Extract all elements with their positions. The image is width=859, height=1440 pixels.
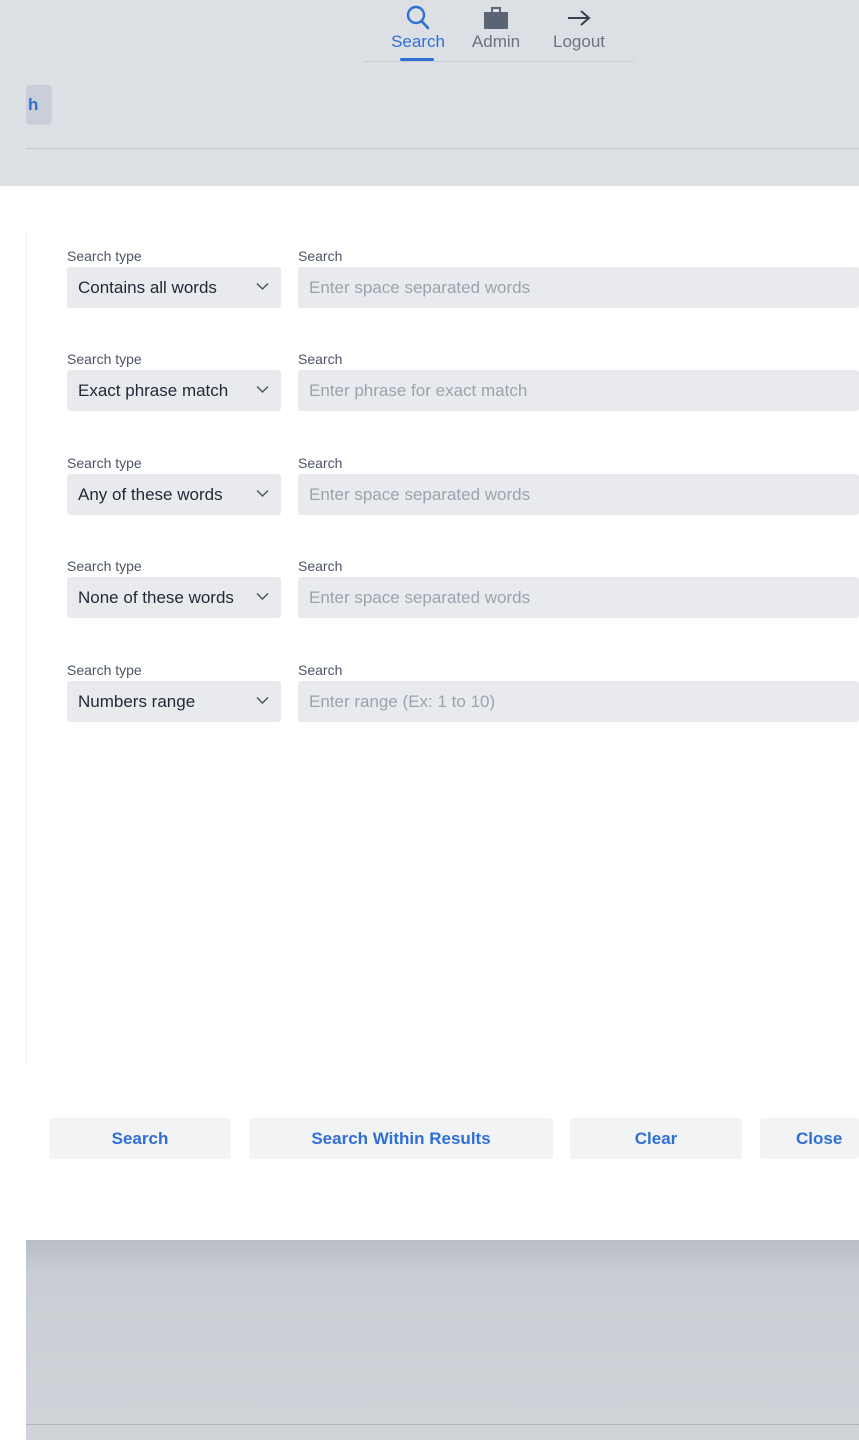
search-input[interactable] [298, 370, 859, 411]
background-divider [26, 148, 859, 149]
search-type-value: None of these words [78, 587, 234, 607]
search-icon [405, 4, 431, 32]
search-label: Search [298, 662, 343, 678]
search-label: Search [298, 455, 343, 471]
top-navigation: Search Admin Logout [364, 0, 634, 62]
search-row: Search type Search Numbers range [67, 662, 859, 732]
search-type-select[interactable]: Exact phrase match [67, 370, 281, 411]
search-input[interactable] [298, 474, 859, 515]
active-tab-indicator [400, 58, 434, 61]
search-type-label: Search type [67, 455, 142, 471]
search-label: Search [298, 558, 343, 574]
search-row: Search type Search Contains all words [67, 248, 859, 318]
search-button[interactable]: Search [49, 1118, 231, 1159]
modal-left-border [26, 230, 27, 1065]
nav-item-label: Search [391, 32, 445, 51]
search-label: Search [298, 351, 343, 367]
search-type-select[interactable]: None of these words [67, 577, 281, 618]
search-input[interactable] [298, 267, 859, 308]
nav-item-logout[interactable]: Logout [548, 4, 610, 56]
nav-item-search[interactable]: Search [390, 4, 446, 56]
search-input[interactable] [298, 577, 859, 618]
search-type-value: Exact phrase match [78, 380, 229, 400]
nav-item-label: Logout [553, 32, 605, 51]
chevron-down-icon [256, 385, 269, 394]
search-type-select[interactable]: Numbers range [67, 681, 281, 722]
search-type-value: Numbers range [78, 691, 196, 711]
search-type-label: Search type [67, 351, 142, 367]
search-type-label: Search type [67, 662, 142, 678]
search-type-select[interactable]: Any of these words [67, 474, 281, 515]
close-button[interactable]: Close [760, 1118, 859, 1159]
nav-item-label: Admin [471, 32, 521, 51]
search-type-label: Search type [67, 558, 142, 574]
search-type-value: Contains all words [78, 277, 217, 297]
search-type-select[interactable]: Contains all words [67, 267, 281, 308]
search-row: Search type Search Exact phrase match [67, 351, 859, 421]
arrow-right-icon [566, 4, 592, 32]
chevron-down-icon [256, 592, 269, 601]
chevron-down-icon [256, 489, 269, 498]
search-row: Search type Search None of these words [67, 558, 859, 628]
background-search-button: h [26, 85, 52, 125]
search-type-value: Any of these words [78, 484, 223, 504]
search-input[interactable] [298, 681, 859, 722]
page-left-margin [0, 0, 26, 1440]
search-label: Search [298, 248, 343, 264]
background-divider-bottom [26, 1424, 859, 1425]
chevron-down-icon [256, 282, 269, 291]
search-type-label: Search type [67, 248, 142, 264]
search-within-results-button[interactable]: Search Within Results [249, 1118, 553, 1159]
clear-button[interactable]: Clear [570, 1118, 742, 1159]
nav-item-admin[interactable]: Admin [468, 4, 524, 56]
background-content-dimmed [26, 1240, 859, 1440]
header-left-edge [0, 0, 26, 186]
briefcase-icon [483, 4, 509, 32]
search-row: Search type Search Any of these words [67, 455, 859, 525]
chevron-down-icon [256, 696, 269, 705]
